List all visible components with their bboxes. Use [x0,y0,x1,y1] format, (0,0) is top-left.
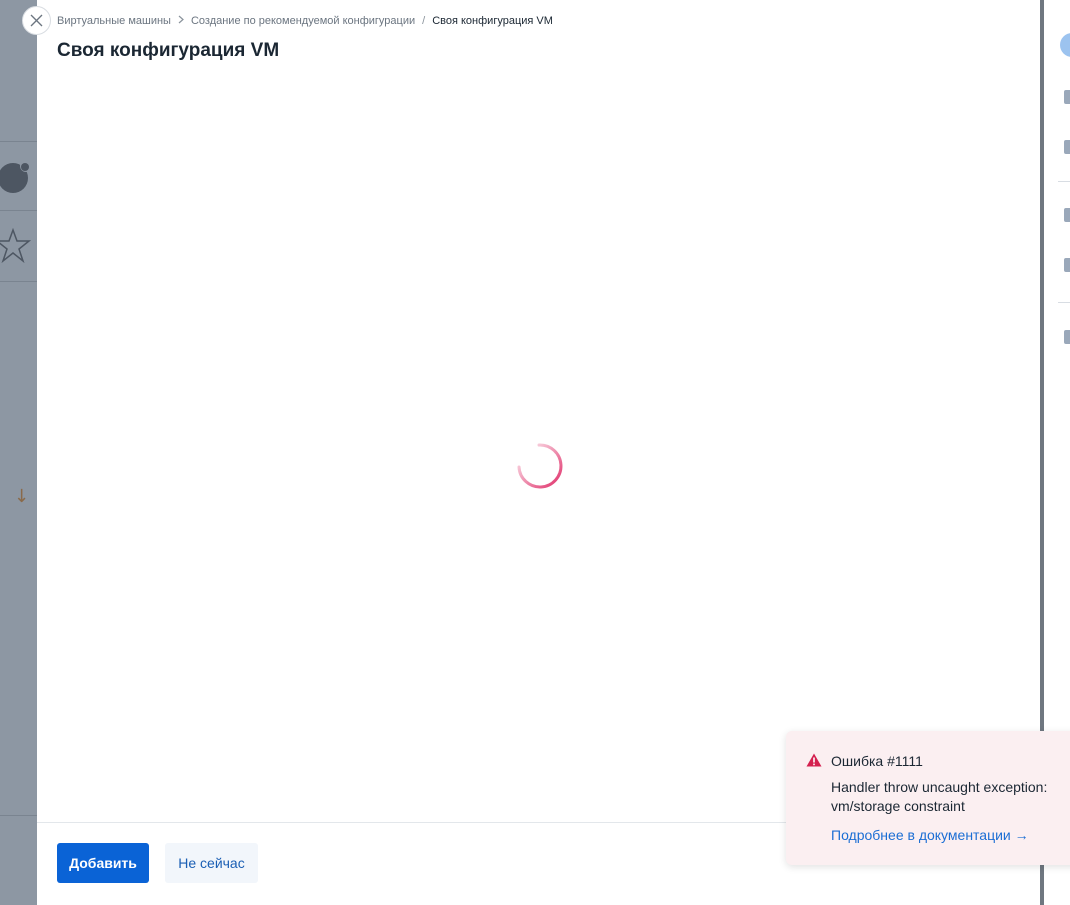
document-icon [1064,208,1070,222]
close-button[interactable] [22,6,51,35]
background-avatar-icon [0,157,34,195]
close-icon [30,14,43,27]
loading-spinner-icon [517,443,563,489]
breadcrumb-item-recommended-config[interactable]: Создание по рекомендуемой конфигурации [191,15,415,27]
background-divider [0,281,37,282]
breadcrumb-separator [178,15,184,27]
user-avatar [1060,33,1070,57]
star-icon [0,227,34,265]
notification-icon [1064,90,1070,104]
background-divider [1058,181,1070,182]
chevron-right-icon [178,15,184,24]
grid-icon [1064,258,1070,272]
toast-title: Ошибка #1111 [831,753,923,769]
background-divider [0,815,37,816]
warning-triangle-icon [806,753,822,767]
add-button[interactable]: Добавить [57,843,149,883]
background-left-rail: ↓ [0,0,37,905]
toast-message: Handler throw uncaught exception: vm/sto… [831,779,1048,814]
folder-icon [1064,140,1070,154]
background-divider [1058,302,1070,303]
documentation-link[interactable]: Подробнее в документации → [831,827,1029,843]
breadcrumb: Виртуальные машины Создание по рекоменду… [57,15,553,27]
breadcrumb-item-virtual-machines[interactable]: Виртуальные машины [57,15,171,27]
not-now-button[interactable]: Не сейчас [165,843,258,883]
error-toast: Ошибка #1111 Handler throw uncaught exce… [786,731,1070,865]
background-divider [0,141,37,142]
puzzle-icon [1064,330,1070,344]
breadcrumb-item-current: Своя конфигурация VM [432,15,553,27]
breadcrumb-separator: / [422,15,426,27]
background-divider [0,210,37,211]
arrow-down-icon: ↓ [14,486,30,507]
page-title: Своя конфигурация VM [57,40,280,61]
